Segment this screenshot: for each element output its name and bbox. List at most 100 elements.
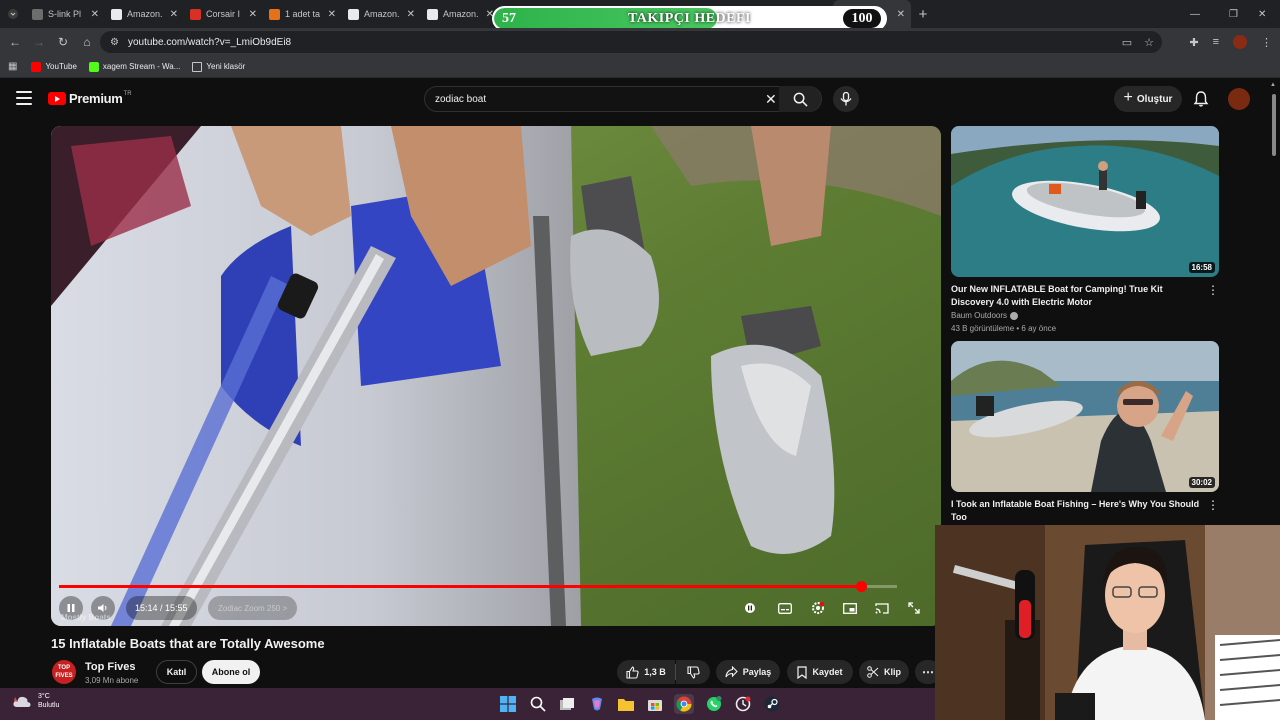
browser-tab[interactable]: S-link Pl ✕ — [26, 0, 105, 28]
steam-icon[interactable] — [762, 694, 782, 714]
miniplayer-icon[interactable] — [840, 598, 860, 618]
bookmark-youtube[interactable]: YouTube — [31, 61, 77, 72]
tab-close-icon[interactable]: ✕ — [91, 9, 99, 20]
notifications-bell-icon[interactable] — [1192, 90, 1210, 108]
subscribe-button[interactable]: Abone ol — [202, 660, 260, 684]
share-button[interactable]: Paylaş — [716, 660, 780, 684]
create-button[interactable]: + Oluştur — [1114, 86, 1182, 112]
scrollbar-thumb[interactable] — [1272, 94, 1276, 156]
bookmark-folder[interactable]: Yeni klasör — [192, 61, 245, 72]
media-control-icon[interactable]: ≡ — [1213, 36, 1219, 48]
browser-tab[interactable]: Corsair I ✕ — [184, 0, 263, 28]
copilot-icon[interactable] — [587, 694, 607, 714]
thumbnail-image — [951, 126, 1219, 277]
weather-widget[interactable]: 3°C Bulutlu — [12, 692, 59, 710]
chrome-icon[interactable] — [674, 694, 694, 714]
browser-tab[interactable]: Amazon. ✕ — [421, 0, 500, 28]
dislike-button[interactable] — [676, 660, 710, 684]
home-icon[interactable]: ⌂ — [75, 35, 99, 49]
extensions-icon[interactable]: ✚ — [1189, 36, 1198, 49]
join-button[interactable]: Katıl — [156, 660, 197, 684]
more-options-icon[interactable]: ⋮ — [1207, 283, 1219, 297]
back-icon[interactable]: ← — [3, 35, 27, 49]
forward-icon[interactable]: → — [27, 35, 51, 49]
restore-icon[interactable]: ❐ — [1229, 0, 1238, 28]
file-explorer-icon[interactable] — [616, 694, 636, 714]
tab-close-icon[interactable]: ✕ — [170, 9, 178, 20]
search-box[interactable]: zodiac boat ✕ — [424, 86, 822, 112]
search-input[interactable]: zodiac boat — [435, 94, 486, 105]
recommendation-item[interactable]: 16:58 Our New INFLATABLE Boat for Campin… — [951, 126, 1219, 336]
apps-grid-icon[interactable]: ▦ — [8, 61, 17, 72]
folder-icon — [192, 61, 203, 72]
save-button[interactable]: Kaydet — [787, 660, 853, 684]
browser-menu-icon[interactable]: ⋮ — [1261, 36, 1272, 49]
video-watermark: Mostly Boats — [61, 613, 111, 622]
settings-gear-icon[interactable] — [808, 598, 828, 618]
minimize-icon[interactable]: — — [1190, 0, 1200, 28]
tab-close-icon[interactable]: ✕ — [328, 9, 336, 20]
tab-close-icon[interactable]: ✕ — [897, 9, 905, 20]
tab-favicon-icon — [269, 8, 280, 20]
browser-tab[interactable]: 1 adet ta ✕ — [263, 0, 342, 28]
reload-icon[interactable]: ↻ — [51, 35, 75, 49]
video-thumbnail[interactable]: 30:02 — [951, 341, 1219, 492]
logo-text: Premium — [69, 91, 123, 106]
close-window-icon[interactable]: ✕ — [1258, 0, 1266, 28]
video-thumbnail[interactable]: 16:58 — [951, 126, 1219, 277]
whatsapp-icon[interactable] — [704, 694, 724, 714]
like-button[interactable]: 1,3 B — [617, 660, 675, 684]
video-progress-bar[interactable] — [59, 581, 897, 592]
scroll-up-arrow-icon[interactable]: ▲ — [1270, 82, 1276, 88]
recommendation-title[interactable]: I Took an Inflatable Boat Fishing – Here… — [951, 498, 1203, 524]
voice-search-button[interactable] — [833, 86, 859, 112]
browser-tab[interactable]: Amazon. ✕ — [105, 0, 184, 28]
autoplay-toggle-icon[interactable] — [740, 598, 760, 618]
goal-current: 57 — [502, 11, 516, 26]
tab-label: Amazon. — [127, 9, 163, 19]
channel-avatar[interactable]: TOP FIVES — [52, 660, 76, 684]
recommendation-title[interactable]: Our New INFLATABLE Boat for Camping! Tru… — [951, 283, 1203, 309]
new-tab-button[interactable]: + — [911, 6, 935, 23]
bookmark-icon — [797, 665, 808, 679]
progress-scrubber[interactable] — [855, 581, 867, 592]
profile-avatar-icon[interactable] — [1233, 35, 1247, 49]
browser-tab[interactable]: Amazon. ✕ — [342, 0, 421, 28]
clear-search-icon[interactable]: ✕ — [765, 91, 777, 108]
chapter-title[interactable]: Zodiac Zoom 250 > — [208, 596, 298, 620]
tab-label: Amazon. — [364, 9, 400, 19]
video-player[interactable]: 15:14 / 15:55 Zodiac Zoom 250 > Mostly B… — [51, 126, 941, 626]
progress-played — [59, 585, 861, 588]
address-bar[interactable]: ⚙ youtube.com/watch?v=_LmiOb9dEi8 ▭ ☆ — [100, 31, 1162, 53]
subtitles-icon[interactable] — [775, 598, 795, 618]
video-title: 15 Inflatable Boats that are Totally Awe… — [51, 636, 325, 651]
tab-close-icon[interactable]: ✕ — [249, 9, 257, 20]
youtube-premium-logo[interactable]: Premium TR — [48, 91, 132, 106]
cast-icon[interactable] — [872, 598, 892, 618]
tab-search-icon[interactable] — [0, 0, 26, 28]
bookmark-kick-stream[interactable]: xagem Stream - Wa... — [88, 61, 180, 72]
tab-label: Amazon. — [443, 9, 479, 19]
more-options-icon[interactable]: ⋮ — [1207, 498, 1219, 512]
pause-icon — [67, 604, 75, 612]
search-button[interactable] — [779, 86, 821, 112]
store-icon[interactable] — [645, 694, 665, 714]
app-icon[interactable] — [733, 694, 753, 714]
search-icon[interactable] — [528, 694, 548, 714]
clip-button[interactable]: Klip — [859, 660, 909, 684]
task-view-icon[interactable] — [557, 694, 577, 714]
account-avatar[interactable] — [1228, 88, 1250, 110]
tab-close-icon[interactable]: ✕ — [407, 9, 415, 20]
cast-icon[interactable]: ▭ — [1122, 36, 1132, 49]
video-duration: 16:58 — [1188, 262, 1215, 273]
fullscreen-icon[interactable] — [904, 598, 924, 618]
subscriber-count: 3,09 Mn abone — [85, 676, 139, 685]
recommendation-channel[interactable]: Baum Outdoors — [951, 311, 1019, 320]
search-icon — [793, 92, 808, 107]
channel-name[interactable]: Top Fives — [85, 661, 136, 673]
recommendation-item[interactable]: 30:02 I Took an Inflatable Boat Fishing … — [951, 341, 1219, 523]
menu-icon[interactable] — [16, 91, 32, 105]
bookmark-star-icon[interactable]: ☆ — [1144, 36, 1154, 49]
site-info-icon[interactable]: ⚙ — [110, 37, 119, 48]
windows-start-icon[interactable] — [498, 694, 518, 714]
